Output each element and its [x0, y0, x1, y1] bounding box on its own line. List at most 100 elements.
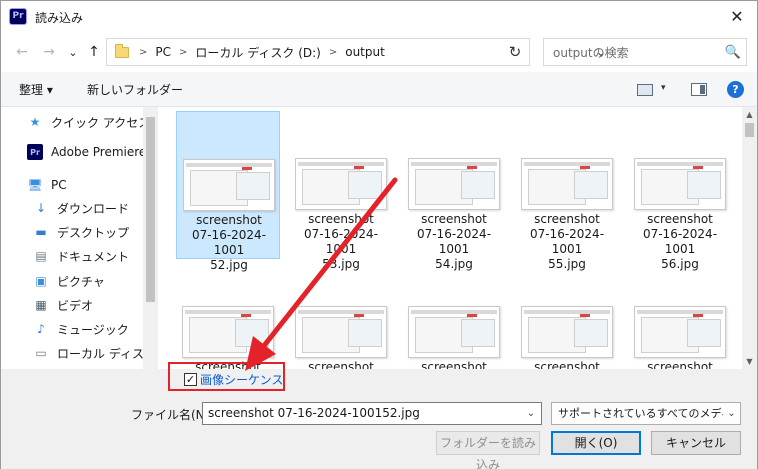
document-icon: ▤ — [35, 249, 47, 263]
sidebar-item[interactable]: ▭ローカル ディスク (C — [33, 341, 158, 365]
search-box[interactable]: outputの検索 🔍 — [543, 38, 747, 66]
thumbnail-detail — [580, 314, 590, 317]
file-tile[interactable]: screenshot07-16-2024-100157.jpg — [176, 259, 280, 369]
file-grid-scroll-thumb[interactable] — [745, 123, 754, 137]
music-icon: ♪ — [37, 322, 45, 336]
file-type-dropdown-icon[interactable]: ⌄ — [723, 403, 740, 424]
sidebar-item[interactable]: 🖥 PC — [27, 173, 158, 197]
new-folder-button[interactable]: 新しいフォルダー — [87, 81, 183, 98]
breadcrumb-separator: > — [328, 46, 338, 58]
file-name-line: 07-16-2024-1001 — [191, 228, 267, 257]
sidebar-item-label: デスクトップ — [57, 225, 130, 240]
scroll-up-icon[interactable]: ▲ — [742, 107, 757, 122]
refresh-icon: ↻ — [508, 43, 522, 61]
navigation-pane: ★ クイック アクセス Pr Adobe Premiere P 🖥 PC ↓ ダウンロード ▬ デ… — [1, 107, 158, 369]
refresh-button[interactable]: ↻ — [501, 38, 530, 66]
forward-button[interactable]: → — [39, 42, 59, 62]
sidebar-scroll-thumb[interactable] — [146, 117, 155, 302]
sidebar-item[interactable]: ▦ ビデオ — [33, 293, 158, 317]
thumbnail-detail — [467, 314, 477, 317]
close-button[interactable]: ✕ — [717, 1, 757, 32]
file-name-line: 07-16-2024-1001 — [303, 227, 379, 256]
filename-dropdown-icon[interactable]: ⌄ — [521, 403, 541, 424]
search-input[interactable]: outputの検索 — [553, 44, 720, 61]
sidebar-item[interactable]: Pr Adobe Premiere P — [27, 140, 158, 164]
recent-locations-button[interactable]: ⌄ — [63, 42, 83, 62]
file-thumbnail — [183, 159, 275, 211]
preview-pane-icon[interactable] — [691, 83, 707, 96]
file-tile[interactable]: screenshot07-16-2024-100200.jpg — [515, 259, 619, 369]
file-tile[interactable]: screenshot 07-16-2024-1001 54.jpg — [402, 111, 506, 271]
filename-field[interactable]: screenshot 07-16-2024-100152.jpg — [202, 402, 542, 425]
file-name-line: 07-16-2024-1001 — [416, 227, 492, 256]
sidebar-item[interactable]: ▬ デスクトップ — [33, 220, 158, 244]
address-bar[interactable]: > PC > ローカル ディスク (D:) > output ⌄ — [106, 38, 606, 66]
file-grid-scrollbar[interactable]: ▲ ▼ — [742, 107, 757, 369]
title-bar: Pr 読み込み ✕ — [1, 1, 757, 32]
sidebar-item[interactable]: ▣ ピクチャ — [33, 269, 158, 293]
scroll-down-icon[interactable]: ▼ — [742, 354, 757, 369]
file-tile[interactable]: screenshot 07-16-2024-1001 52.jpg — [176, 111, 280, 272]
thumbnail-detail — [348, 171, 382, 199]
thumbnail-detail — [236, 172, 270, 200]
sidebar-item[interactable]: ★ クイック アクセス — [27, 110, 158, 134]
file-tile[interactable]: screenshot07-16-2024-100159.jpg — [402, 259, 506, 369]
thumbnail-detail — [235, 319, 269, 347]
file-thumbnail — [521, 158, 613, 210]
sidebar-item[interactable]: ↓ ダウンロード — [33, 196, 158, 220]
file-type-select[interactable]: サポートされているすべてのメディア (* — [551, 402, 741, 425]
thumbnail-detail — [185, 310, 271, 314]
file-tile[interactable]: screenshot 07-16-2024-1001 55.jpg — [515, 111, 619, 271]
file-tile[interactable]: screenshot 07-16-2024-1001 56.jpg — [628, 111, 732, 271]
search-icon: 🔍 — [724, 44, 742, 60]
breadcrumb-separator: > — [179, 46, 188, 58]
import-folder-button[interactable]: フォルダーを読み込み — [436, 431, 540, 469]
file-tile[interactable]: screenshot 07-16-2024-1001 53.jpg — [289, 111, 393, 271]
thumbnail-detail — [524, 162, 610, 166]
file-tile[interactable]: screenshot07-16-2024-100158.jpg — [289, 259, 393, 369]
sidebar-item-label: ドキュメント — [57, 249, 130, 264]
sidebar-item-label: PC — [51, 178, 67, 192]
sidebar-item-label: ミュージック — [57, 322, 129, 337]
file-name-line: screenshot — [196, 213, 262, 227]
sidebar-item[interactable]: ▤ ドキュメント — [33, 244, 158, 268]
sidebar-scrollbar[interactable] — [143, 107, 158, 369]
breadcrumb-local-disk-d[interactable]: ローカル ディスク (D:) — [195, 44, 320, 61]
file-name-line: screenshot — [308, 212, 374, 226]
thumbnail-detail — [241, 314, 251, 317]
cancel-button[interactable]: キャンセル — [651, 431, 741, 455]
file-name-line: 07-16-2024-1001 — [642, 227, 718, 256]
up-button[interactable]: ↑ — [84, 42, 104, 62]
thumbnail-detail — [354, 166, 364, 169]
file-thumbnail — [408, 306, 500, 358]
file-thumbnail — [634, 158, 726, 210]
thumbnail-detail — [298, 162, 384, 166]
desktop-icon: ▬ — [35, 225, 47, 239]
import-dialog: Pr 読み込み ✕ ← → ⌄ ↑ > PC > ローカル ディスク (D:) … — [0, 0, 758, 469]
image-sequence-checkbox[interactable]: ✓ — [184, 373, 197, 386]
breadcrumb-output[interactable]: output — [345, 45, 385, 59]
help-icon[interactable]: ? — [727, 81, 744, 98]
thumbnail-detail — [242, 167, 252, 170]
sidebar-item-label: ビデオ — [57, 298, 94, 313]
organize-menu[interactable]: 整理 ▾ — [19, 81, 53, 98]
sidebar-item-label: クイック アクセス — [51, 115, 151, 130]
thumbnail-detail — [580, 166, 590, 169]
thumbnail-detail — [693, 166, 703, 169]
thumbnail-detail — [411, 310, 497, 314]
thumbnail-detail — [574, 171, 608, 199]
open-button[interactable]: 開く(O) — [551, 431, 641, 455]
image-sequence-label[interactable]: 画像シーケンス — [200, 371, 283, 388]
file-tile[interactable]: screenshot07-16-2024-100201.jpg — [628, 259, 732, 369]
sidebar-item-label: ピクチャ — [57, 274, 105, 289]
back-button[interactable]: ← — [12, 42, 32, 62]
download-icon: ↓ — [35, 201, 47, 215]
view-mode-icon[interactable] — [637, 84, 653, 96]
sidebar-item[interactable]: ♪ ミュージック — [33, 317, 158, 341]
breadcrumb-pc[interactable]: PC — [155, 45, 171, 59]
file-name-line: screenshot — [647, 360, 713, 369]
breadcrumb-separator: > — [139, 46, 148, 58]
file-name-label: screenshot07-16-2024-100201.jpg — [628, 360, 732, 369]
thumbnail-detail — [354, 314, 364, 317]
view-dropdown-icon[interactable]: ▾ — [661, 83, 666, 93]
